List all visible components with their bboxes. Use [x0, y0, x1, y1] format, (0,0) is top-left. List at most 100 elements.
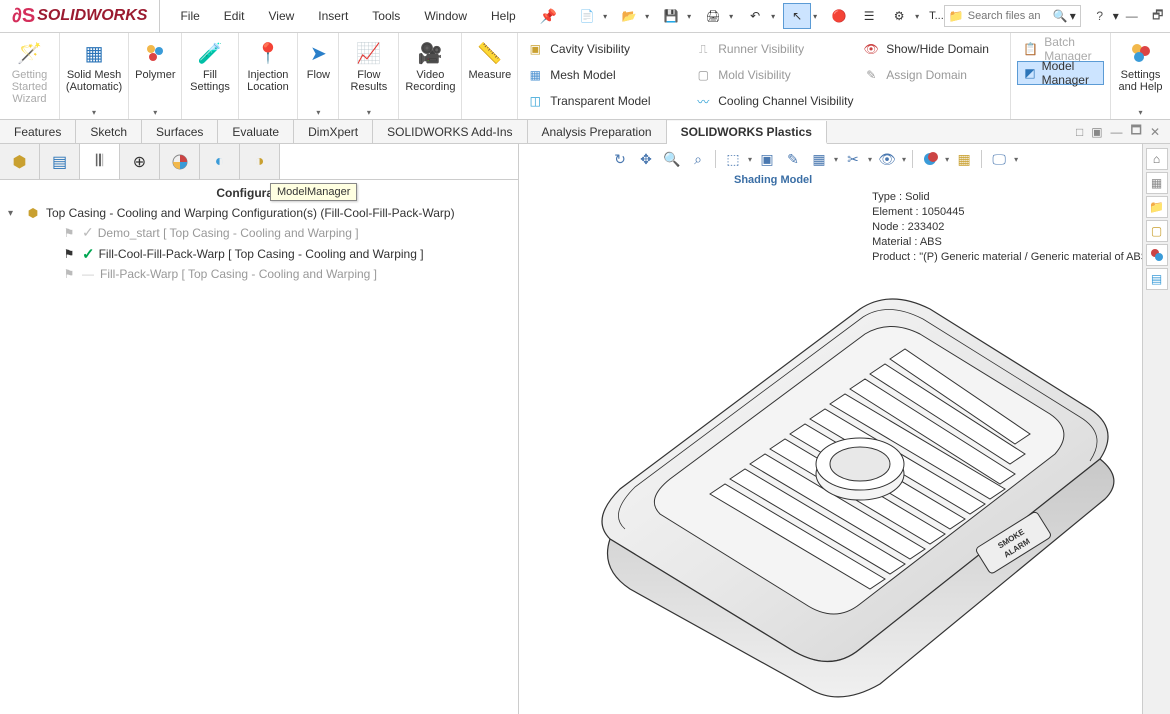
vis-transparent[interactable]: ◫Transparent Model: [526, 89, 666, 113]
search-icon[interactable]: 🔍: [1053, 9, 1068, 23]
tree-tab-plastics[interactable]: ◐: [200, 144, 240, 179]
tab-addins[interactable]: SOLIDWORKS Add-Ins: [373, 120, 527, 143]
search-box[interactable]: 📁 🔍 ▾: [944, 5, 1081, 27]
restore-button[interactable]: 🗗: [1145, 3, 1170, 29]
chevron-down-icon[interactable]: ▾: [367, 108, 371, 117]
menu-file[interactable]: File: [168, 3, 211, 29]
taskpane-library[interactable]: ▦: [1146, 172, 1168, 194]
help-button[interactable]: ?: [1087, 3, 1113, 29]
chevron-down-icon[interactable]: ▾: [1139, 108, 1143, 117]
chevron-down-icon[interactable]: ▾: [92, 108, 96, 117]
taskpane-home[interactable]: ⌂: [1146, 148, 1168, 170]
search-input[interactable]: [968, 10, 1053, 22]
menu-tools[interactable]: Tools: [360, 3, 412, 29]
tree-tab-config[interactable]: 𝄃𝄃: [80, 144, 120, 179]
rb-injection-location[interactable]: 📍 Injection Location: [239, 33, 299, 119]
tree-item-demo[interactable]: ⚑ ✓ Demo_start [ Top Casing - Cooling an…: [8, 222, 510, 243]
vis-mesh-model[interactable]: ▦Mesh Model: [526, 63, 666, 87]
collapse-icon[interactable]: ▾: [8, 208, 20, 219]
taskpane-view[interactable]: ▢: [1146, 220, 1168, 242]
menu-view[interactable]: View: [256, 3, 306, 29]
command-tabs: Features Sketch Surfaces Evaluate DimXpe…: [0, 120, 1170, 144]
viewport[interactable]: ↻ ✥ 🔍 ⌕ ⬚▾ ▣ ✎ ▦▾ ✂▾ 👁▾ ▾ ▦ 🖵▾ Shading M…: [519, 144, 1170, 714]
tab-features[interactable]: Features: [0, 120, 76, 143]
vp-edit[interactable]: ✂: [842, 148, 864, 170]
vp-appearance[interactable]: [919, 148, 941, 170]
minimize-button[interactable]: —: [1119, 3, 1145, 29]
tree-tab-feature[interactable]: ⬢: [0, 144, 40, 179]
rb-flow-results[interactable]: 📈 Flow Results ▾: [339, 33, 399, 119]
rb-polymer[interactable]: Polymer ▾: [129, 33, 182, 119]
vp-zoom-fit[interactable]: 🔍: [661, 148, 683, 170]
tree-item-fcfpw[interactable]: ⚑ ✓ Fill-Cool-Fill-Pack-Warp [ Top Casin…: [8, 243, 510, 265]
vp-refresh[interactable]: ↻: [609, 148, 631, 170]
model-manager-button[interactable]: ◩ Model Manager: [1017, 61, 1104, 85]
chevron-down-icon[interactable]: ▾: [316, 108, 320, 117]
vis-runner[interactable]: ⎍Runner Visibility: [694, 37, 834, 61]
taskpane-appearance[interactable]: [1146, 244, 1168, 266]
rb-flow[interactable]: ➤ Flow ▾: [298, 33, 339, 119]
tab-evaluate[interactable]: Evaluate: [218, 120, 294, 143]
qat-print[interactable]: 🖨: [699, 3, 727, 29]
vp-hide[interactable]: 👁: [876, 148, 898, 170]
tree-tab-property[interactable]: ▤: [40, 144, 80, 179]
batch-manager-button[interactable]: 📋 Batch Manager: [1017, 37, 1104, 61]
pin-icon[interactable]: 📌: [536, 4, 561, 29]
qat-options[interactable]: ⚙: [885, 3, 913, 29]
vp-render[interactable]: ▦: [953, 148, 975, 170]
vis-mold[interactable]: ▢Mold Visibility: [694, 63, 834, 87]
vp-fullscreen[interactable]: 🖵: [988, 148, 1010, 170]
tree-item-fpw[interactable]: ⚑ — Fill-Pack-Warp [ Top Casing - Coolin…: [8, 265, 510, 283]
menu-insert[interactable]: Insert: [306, 3, 360, 29]
vis-show-hide[interactable]: 👁Show/Hide Domain: [862, 37, 1002, 61]
visibility-panel: ▣Cavity Visibility ⎍Runner Visibility 👁S…: [518, 33, 1011, 119]
tab-analysis-prep[interactable]: Analysis Preparation: [528, 120, 667, 143]
doc-panel-icon[interactable]: □: [1076, 125, 1083, 139]
model-mgr-icon: ◩: [1024, 66, 1035, 80]
rb-measure[interactable]: 📏 Measure: [462, 33, 518, 119]
vp-scene[interactable]: ▦: [808, 148, 830, 170]
vp-pan[interactable]: ✥: [635, 148, 657, 170]
doc-maximize-icon[interactable]: 🗖: [1131, 121, 1142, 142]
vis-cavity[interactable]: ▣Cavity Visibility: [526, 37, 666, 61]
qat-list[interactable]: ☰: [855, 3, 883, 29]
vis-cooling[interactable]: 〰Cooling Channel Visibility: [694, 89, 853, 113]
vp-display-style[interactable]: ▣: [756, 148, 778, 170]
tab-plastics[interactable]: SOLIDWORKS Plastics: [667, 121, 827, 144]
qat-select[interactable]: ↖: [783, 3, 811, 29]
qat-new[interactable]: 📄: [573, 3, 601, 29]
qat-undo[interactable]: ↶: [741, 3, 769, 29]
rb-settings-help[interactable]: Settings and Help ▾: [1111, 33, 1170, 119]
rb-getting-started[interactable]: 🪄 Getting Started Wizard: [0, 33, 60, 119]
chevron-down-icon[interactable]: ▾: [153, 108, 157, 117]
rb-video[interactable]: 🎥 Video Recording: [399, 33, 462, 119]
checkmark-green-icon: ✓: [82, 245, 95, 263]
vp-section[interactable]: ✎: [782, 148, 804, 170]
doc-minimize-icon[interactable]: —: [1111, 125, 1123, 139]
rb-fill-settings[interactable]: 🧪 Fill Settings: [182, 33, 238, 119]
tab-sketch[interactable]: Sketch: [76, 120, 142, 143]
qat-rebuild[interactable]: 🔴: [825, 3, 853, 29]
vp-view-orientation[interactable]: ⬚: [722, 148, 744, 170]
menu-window[interactable]: Window: [412, 3, 479, 29]
info-type: Type : Solid: [872, 190, 1152, 205]
vis-assign[interactable]: ✎Assign Domain: [862, 63, 1002, 87]
rb-solid-mesh[interactable]: ▦ Solid Mesh (Automatic) ▾: [60, 33, 129, 119]
qat-save[interactable]: 💾: [657, 3, 685, 29]
tab-surfaces[interactable]: Surfaces: [142, 120, 218, 143]
flag-icon: ⚑: [60, 247, 78, 261]
doc-tile-icon[interactable]: ▣: [1091, 125, 1102, 139]
tree-tab-dim[interactable]: ⊕: [120, 144, 160, 179]
qat-open[interactable]: 📂: [615, 3, 643, 29]
taskpane-files[interactable]: 📁: [1146, 196, 1168, 218]
taskpane-props[interactable]: ▤: [1146, 268, 1168, 290]
vp-zoom-area[interactable]: ⌕: [687, 148, 709, 170]
doc-close-icon[interactable]: ✕: [1150, 125, 1160, 139]
tab-dimxpert[interactable]: DimXpert: [294, 120, 373, 143]
ribbon: 🪄 Getting Started Wizard ▦ Solid Mesh (A…: [0, 33, 1170, 120]
tree-tab-appearance[interactable]: [160, 144, 200, 179]
menu-edit[interactable]: Edit: [212, 3, 257, 29]
tree-tab-results[interactable]: ◑: [240, 144, 280, 179]
tree-root[interactable]: ▾ ⬢ Top Casing - Cooling and Warping Con…: [8, 204, 510, 222]
menu-help[interactable]: Help: [479, 3, 528, 29]
